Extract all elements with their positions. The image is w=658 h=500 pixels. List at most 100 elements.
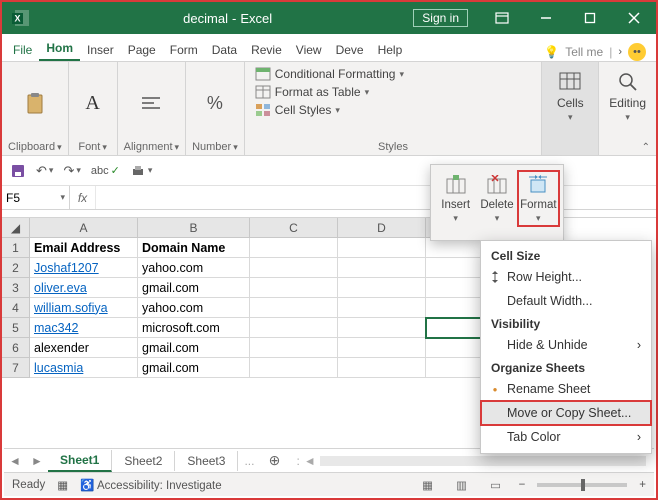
minimize-icon[interactable] — [524, 2, 568, 34]
cell[interactable] — [338, 238, 426, 258]
menu-view[interactable]: View — [289, 39, 329, 61]
menu-help[interactable]: Help — [371, 39, 410, 61]
app-name: Excel — [240, 11, 272, 26]
editing-button[interactable]: Editing▾ — [605, 66, 650, 125]
delete-cells-button[interactable]: Delete▾ — [476, 171, 517, 226]
menu-tab-color[interactable]: Tab Color› — [481, 425, 651, 449]
row-header[interactable]: 1 — [2, 238, 30, 258]
ribbon-display-icon[interactable] — [480, 2, 524, 34]
view-normal-icon[interactable]: ▦ — [417, 476, 439, 494]
select-all-corner[interactable]: ◢ — [2, 218, 30, 238]
cell[interactable]: oliver.eva — [30, 278, 138, 298]
sheet-tab[interactable]: Sheet3 — [175, 451, 238, 471]
status-macro-icon[interactable]: ▦ — [57, 478, 68, 492]
zoom-in-button[interactable]: + — [639, 479, 646, 491]
alignment-button[interactable] — [133, 89, 169, 119]
menu-row-height[interactable]: Row Height... — [481, 265, 651, 289]
sheet-tab[interactable]: Sheet1 — [48, 450, 112, 472]
menu-hide-unhide[interactable]: Hide & Unhide› — [481, 333, 651, 357]
col-header[interactable]: A — [30, 218, 138, 238]
row-height-icon — [487, 269, 503, 285]
row-header[interactable]: 7 — [2, 358, 30, 378]
doc-title: decimal — [183, 11, 228, 26]
menu-insert[interactable]: Inser — [80, 39, 121, 61]
redo-button[interactable]: ↷▾ — [63, 163, 80, 179]
fx-icon[interactable]: fx — [70, 186, 96, 209]
zoom-slider[interactable] — [537, 483, 627, 487]
view-pagebreak-icon[interactable]: ▭ — [485, 476, 507, 494]
row-header[interactable]: 5 — [2, 318, 30, 338]
menu-default-width[interactable]: Default Width... — [481, 289, 651, 313]
ribbon-clipboard-group: Clipboard▾ — [2, 62, 69, 155]
menu-file[interactable]: File — [6, 39, 39, 61]
cell[interactable]: mac342 — [30, 318, 138, 338]
menu-data[interactable]: Data — [205, 39, 244, 61]
undo-button[interactable]: ↶▾ — [36, 163, 53, 179]
new-sheet-button[interactable]: ⊕ — [260, 452, 288, 469]
formula-bar[interactable] — [96, 186, 656, 209]
account-emoji-icon[interactable]: •• — [628, 43, 646, 61]
save-button[interactable] — [10, 163, 26, 179]
row-header[interactable]: 6 — [2, 338, 30, 358]
cell[interactable] — [426, 238, 486, 258]
menu-home[interactable]: Hom — [39, 37, 80, 61]
row-header[interactable]: 4 — [2, 298, 30, 318]
menu-developer[interactable]: Deve — [329, 39, 371, 61]
cell[interactable]: william.sofiya — [30, 298, 138, 318]
col-header[interactable]: B — [138, 218, 250, 238]
cell[interactable]: yahoo.com — [138, 298, 250, 318]
format-context-menu: Cell Size Row Height... Default Width...… — [480, 240, 652, 454]
lightbulb-icon: 💡 — [544, 45, 559, 59]
cells-button[interactable]: Cells▾ — [548, 66, 592, 125]
cell[interactable]: yahoo.com — [138, 258, 250, 278]
format-as-table-button[interactable]: Format as Table▾ — [253, 84, 534, 100]
row-header[interactable]: 3 — [2, 278, 30, 298]
view-pagelayout-icon[interactable]: ▥ — [451, 476, 473, 494]
hscroll-left-icon[interactable]: ◄ — [304, 454, 316, 468]
menu-move-or-copy-sheet[interactable]: Move or Copy Sheet... — [481, 401, 651, 425]
cells-dropdown-popup: Insert▾ Delete▾ Format▾ — [430, 164, 564, 241]
collapse-ribbon-icon[interactable]: ⌃ — [642, 142, 650, 153]
cell[interactable]: gmail.com — [138, 278, 250, 298]
chevron-right-icon: › — [637, 430, 641, 444]
cell[interactable]: microsoft.com — [138, 318, 250, 338]
conditional-formatting-button[interactable]: Conditional Formatting▾ — [253, 66, 534, 82]
cell[interactable]: gmail.com — [138, 358, 250, 378]
signin-button[interactable]: Sign in — [413, 9, 468, 27]
sheet-nav-prev[interactable]: ◄ — [4, 454, 26, 468]
name-box[interactable]: F5▾ — [2, 186, 70, 209]
menu-page[interactable]: Page — [121, 39, 163, 61]
cell[interactable]: gmail.com — [138, 338, 250, 358]
tell-me[interactable]: Tell me — [565, 45, 603, 59]
quickprint-button[interactable]: ▾ — [130, 164, 153, 178]
maximize-icon[interactable] — [568, 2, 612, 34]
insert-cells-button[interactable]: Insert▾ — [435, 171, 476, 226]
sheet-nav-next[interactable]: ► — [26, 454, 48, 468]
spellcheck-button[interactable]: abc✓ — [91, 164, 120, 177]
paste-button[interactable] — [17, 89, 53, 119]
menu-review[interactable]: Revie — [244, 39, 289, 61]
menu-rename-sheet[interactable]: ●Rename Sheet — [481, 377, 651, 401]
hscrollbar[interactable] — [320, 456, 646, 466]
chevron-right-icon[interactable]: › — [618, 46, 622, 58]
cell[interactable]: alexender — [30, 338, 138, 358]
cell[interactable] — [250, 238, 338, 258]
close-icon[interactable] — [612, 2, 656, 34]
font-button[interactable]: A — [75, 89, 111, 119]
col-header[interactable]: D — [338, 218, 426, 238]
menu-section-cellsize: Cell Size — [481, 245, 651, 265]
cell[interactable]: Email Address — [30, 238, 138, 258]
menu-formulas[interactable]: Form — [163, 39, 205, 61]
chevron-down-icon: ▾ — [399, 69, 404, 80]
cell[interactable]: Joshaf1207 — [30, 258, 138, 278]
row-header[interactable]: 2 — [2, 258, 30, 278]
cell[interactable]: lucasmia — [30, 358, 138, 378]
accessibility-status[interactable]: ♿ Accessibility: Investigate — [80, 478, 222, 492]
zoom-out-button[interactable]: − — [519, 479, 526, 491]
cell[interactable]: Domain Name — [138, 238, 250, 258]
col-header[interactable]: C — [250, 218, 338, 238]
cell-styles-button[interactable]: Cell Styles▾ — [253, 102, 534, 118]
number-button[interactable]: % — [197, 89, 233, 119]
sheet-tab[interactable]: Sheet2 — [112, 451, 175, 471]
format-cells-button[interactable]: Format▾ — [518, 171, 559, 226]
